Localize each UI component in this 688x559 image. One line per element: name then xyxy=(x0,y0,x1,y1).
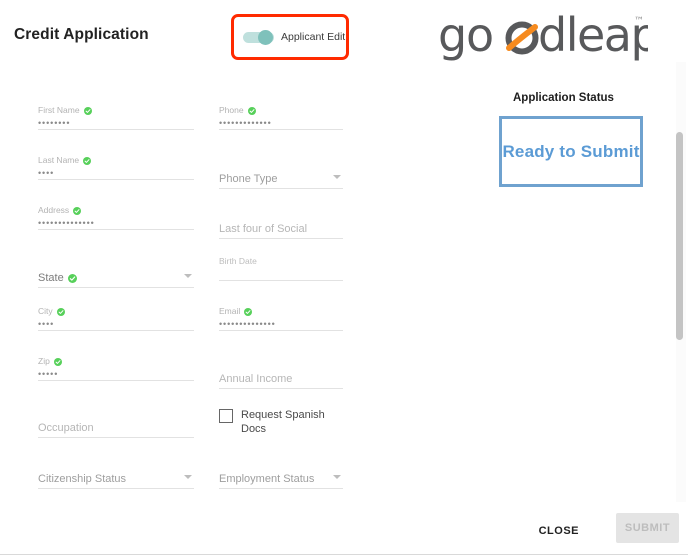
applicant-edit-label: Applicant Edit xyxy=(281,31,346,43)
field-state[interactable]: State xyxy=(38,271,194,288)
submit-button[interactable]: SUBMIT xyxy=(616,513,679,543)
field-underline xyxy=(219,238,343,239)
request-spanish-docs-row[interactable]: Request Spanish Docs xyxy=(219,408,349,436)
verified-check-icon xyxy=(244,307,253,316)
field-underline xyxy=(219,330,343,331)
svg-text:dleap: dleap xyxy=(538,8,648,62)
footer-divider xyxy=(0,554,688,555)
verified-check-icon xyxy=(56,307,65,316)
verified-check-icon xyxy=(53,357,62,366)
application-status-value: Ready to Submit xyxy=(502,141,640,161)
field-value xyxy=(219,267,343,280)
field-employment-status[interactable]: Employment Status xyxy=(219,472,343,489)
field-zip[interactable]: Zip ••••• xyxy=(38,356,194,381)
field-underline xyxy=(219,488,343,489)
field-label: Last Name xyxy=(38,155,194,166)
field-city[interactable]: City •••• xyxy=(38,306,194,331)
field-label: First Name xyxy=(38,105,194,116)
field-value: •••••••••••••• xyxy=(38,218,95,228)
verified-check-icon xyxy=(83,156,92,165)
application-status-title: Application Status xyxy=(513,92,614,104)
field-value: ••••••••••••• xyxy=(219,118,272,128)
dialog-footer: CLOSE SUBMIT xyxy=(0,504,688,559)
field-address[interactable]: Address •••••••••••••• xyxy=(38,205,194,230)
field-underline xyxy=(38,129,194,130)
applicant-edit-highlight-box: Applicant Edit xyxy=(231,14,349,60)
close-button[interactable]: CLOSE xyxy=(531,519,587,543)
chevron-down-icon[interactable] xyxy=(333,175,341,179)
field-value: •••••••••••••• xyxy=(219,319,276,329)
applicant-edit-toggle[interactable] xyxy=(243,29,274,45)
field-label: Email xyxy=(219,306,343,317)
field-label: Birth Date xyxy=(219,256,257,266)
chevron-down-icon[interactable] xyxy=(333,475,341,479)
field-label: Annual Income xyxy=(219,373,293,385)
applicant-edit-toggle-row[interactable]: Applicant Edit xyxy=(234,17,346,57)
verified-check-icon xyxy=(83,106,92,115)
svg-text:™: ™ xyxy=(634,16,644,27)
field-label: Phone xyxy=(219,105,343,116)
field-phone[interactable]: Phone ••••••••••••• xyxy=(219,105,343,130)
field-underline xyxy=(38,287,194,288)
field-phone-type[interactable]: Phone Type xyxy=(219,172,343,189)
field-last-name[interactable]: Last Name •••• xyxy=(38,155,194,180)
field-label: Citizenship Status xyxy=(38,473,127,485)
field-underline xyxy=(219,188,343,189)
verified-check-icon xyxy=(67,273,77,283)
verified-check-icon xyxy=(73,206,82,215)
svg-text:g: g xyxy=(438,8,466,62)
application-status-box: Ready to Submit xyxy=(499,116,643,187)
chevron-down-icon[interactable] xyxy=(184,475,192,479)
field-birth-date[interactable]: Birth Date xyxy=(219,256,343,281)
field-underline xyxy=(219,280,343,281)
verified-check-icon xyxy=(247,106,256,115)
field-underline xyxy=(38,179,194,180)
request-spanish-docs-label: Request Spanish Docs xyxy=(241,409,325,435)
field-email[interactable]: Email •••••••••••••• xyxy=(219,306,343,331)
chevron-down-icon[interactable] xyxy=(184,274,192,278)
credit-application-dialog: Credit Application Applicant Edit g o dl… xyxy=(0,0,688,559)
field-underline xyxy=(38,437,194,438)
field-label: State xyxy=(38,271,194,285)
scrollbar-track[interactable] xyxy=(676,62,686,502)
field-value: ••••• xyxy=(38,369,59,379)
field-label: Zip xyxy=(38,356,194,367)
field-label: Employment Status xyxy=(219,473,315,485)
checkbox-icon[interactable] xyxy=(219,409,233,423)
field-label: City xyxy=(38,306,194,317)
dialog-header: Credit Application Applicant Edit g o dl… xyxy=(0,0,688,72)
field-underline xyxy=(38,330,194,331)
field-value: •••• xyxy=(38,168,55,178)
field-first-name[interactable]: First Name •••••••• xyxy=(38,105,194,130)
toggle-knob-icon xyxy=(258,29,273,45)
field-value: •••••••• xyxy=(38,118,71,128)
field-underline xyxy=(38,488,194,489)
field-underline xyxy=(38,380,194,381)
field-underline xyxy=(219,388,343,389)
svg-text:o: o xyxy=(466,8,493,62)
field-value: •••• xyxy=(38,319,55,329)
field-label: Phone Type xyxy=(219,173,278,185)
field-label: Address xyxy=(38,205,194,216)
field-label: Occupation xyxy=(38,422,94,434)
field-last-four-of-social[interactable]: Last four of Social xyxy=(219,222,343,239)
field-underline xyxy=(219,129,343,130)
field-underline xyxy=(38,229,194,230)
field-annual-income[interactable]: Annual Income xyxy=(219,372,343,389)
goodleap-logo: g o dleap ™ xyxy=(438,8,648,62)
page-title: Credit Application xyxy=(14,26,149,43)
field-citizenship-status[interactable]: Citizenship Status xyxy=(38,472,194,489)
scrollbar-thumb[interactable] xyxy=(676,132,683,340)
field-label: Last four of Social xyxy=(219,223,308,235)
field-occupation[interactable]: Occupation xyxy=(38,421,194,438)
